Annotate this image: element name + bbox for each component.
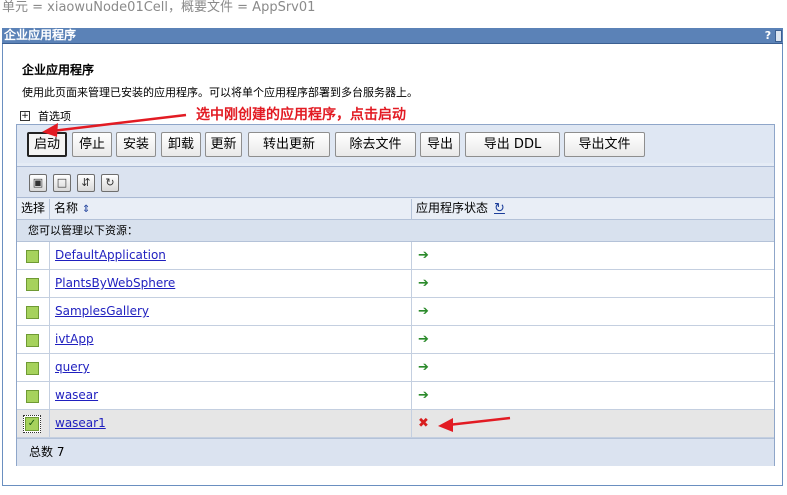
frame-border-bottom <box>2 485 783 486</box>
column-status: 应用程序状态 ↻ <box>412 199 774 220</box>
column-name-label: 名称 <box>54 201 79 215</box>
sort-icon[interactable]: ⇕ <box>82 204 90 215</box>
name-cell: ivtApp <box>50 326 412 354</box>
install-button[interactable]: 安装 <box>116 132 156 157</box>
stopped-x-icon: ✖ <box>418 416 429 431</box>
resources-note: 您可以管理以下资源： <box>17 220 774 242</box>
status-cell: ➔ <box>412 270 774 298</box>
export-ddl-button[interactable]: 导出 DDL <box>465 132 560 157</box>
column-select: 选择 <box>17 199 50 220</box>
table-row: wasear ➔ <box>17 382 774 410</box>
preferences-label: 首选项 <box>38 110 71 123</box>
row-checkbox[interactable] <box>26 390 39 403</box>
clear-filter-icon[interactable]: ↻ <box>101 174 119 192</box>
table-row: PlantsByWebSphere ➔ <box>17 270 774 298</box>
status-cell: ✖ <box>412 410 774 438</box>
remove-file-button[interactable]: 除去文件 <box>335 132 416 157</box>
portlet-title-bar: 企业应用程序 ? <box>2 28 783 44</box>
expand-icon: + <box>20 111 30 121</box>
deselect-all-icon[interactable]: □ <box>53 174 71 192</box>
application-link[interactable]: ivtApp <box>55 332 94 346</box>
uninstall-button[interactable]: 卸载 <box>161 132 201 157</box>
update-button[interactable]: 更新 <box>205 132 242 157</box>
application-link[interactable]: query <box>55 360 90 374</box>
page-description: 使用此页面来管理已安装的应用程序。可以将单个应用程序部署到多台服务器上。 <box>22 86 418 99</box>
column-name: 名称 ⇕ <box>50 199 412 220</box>
select-cell: ✓ <box>17 410 50 438</box>
frame-border-right <box>782 44 783 486</box>
export-file-button[interactable]: 导出文件 <box>564 132 645 157</box>
table-toolbar: ▣ □ ⇵ ↻ <box>17 166 774 198</box>
annotation-note: 选中刚创建的应用程序，点击启动 <box>196 107 406 123</box>
table-header: 选择 名称 ⇕ 应用程序状态 ↻ <box>17 199 774 220</box>
name-cell: SamplesGallery <box>50 298 412 326</box>
running-arrow-icon: ➔ <box>418 276 429 291</box>
running-arrow-icon: ➔ <box>418 360 429 375</box>
row-checkbox[interactable] <box>26 334 39 347</box>
application-link[interactable]: wasear <box>55 388 98 402</box>
portlet-title: 企业应用程序 <box>4 28 77 42</box>
running-arrow-icon: ➔ <box>418 248 429 263</box>
applications-panel: 启动 停止 安装 卸载 更新 转出更新 除去文件 导出 导出 DDL 导出文件 … <box>16 124 775 466</box>
application-link[interactable]: wasear1 <box>55 416 106 430</box>
status-cell: ➔ <box>412 242 774 270</box>
minimize-icon[interactable] <box>775 30 782 42</box>
refresh-status-icon[interactable]: ↻ <box>494 201 505 216</box>
select-cell <box>17 270 50 298</box>
status-cell: ➔ <box>412 298 774 326</box>
page-title: 企业应用程序 <box>22 63 95 77</box>
select-cell <box>17 354 50 382</box>
column-select-label: 选择 <box>21 201 46 215</box>
frame-border-left <box>2 44 3 486</box>
total-count: 总数 7 <box>17 438 774 466</box>
name-cell: PlantsByWebSphere <box>50 270 412 298</box>
context-breadcrumb: 单元 = xiaowuNode01Cell，概要文件 = AppSrv01 <box>2 0 316 15</box>
table-row: query ➔ <box>17 354 774 382</box>
stop-button[interactable]: 停止 <box>72 132 112 157</box>
table-row: SamplesGallery ➔ <box>17 298 774 326</box>
column-status-label: 应用程序状态 <box>416 201 489 215</box>
rollout-update-button[interactable]: 转出更新 <box>248 132 330 157</box>
application-link[interactable]: PlantsByWebSphere <box>55 276 175 290</box>
table-row: ivtApp ➔ <box>17 326 774 354</box>
preferences-toggle[interactable]: + 首选项 <box>20 108 71 124</box>
row-checkbox[interactable]: ✓ <box>23 415 41 433</box>
running-arrow-icon: ➔ <box>418 332 429 347</box>
select-all-icon[interactable]: ▣ <box>29 174 47 192</box>
row-checkbox[interactable] <box>26 278 39 291</box>
applications-table-body: DefaultApplication ➔ PlantsByWebSphere ➔ Sam… <box>17 242 774 438</box>
export-button[interactable]: 导出 <box>420 132 460 157</box>
name-cell: wasear1 <box>50 410 412 438</box>
row-checkbox[interactable] <box>26 362 39 375</box>
name-cell: query <box>50 354 412 382</box>
name-cell: wasear <box>50 382 412 410</box>
row-checkbox[interactable] <box>26 250 39 263</box>
select-cell <box>17 298 50 326</box>
name-cell: DefaultApplication <box>50 242 412 270</box>
select-cell <box>17 242 50 270</box>
button-bar: 启动 停止 安装 卸载 更新 转出更新 除去文件 导出 导出 DDL 导出文件 <box>17 125 774 163</box>
select-cell <box>17 326 50 354</box>
show-filter-icon[interactable]: ⇵ <box>77 174 95 192</box>
status-cell: ➔ <box>412 326 774 354</box>
select-cell <box>17 382 50 410</box>
help-icon[interactable]: ? <box>763 29 773 42</box>
application-link[interactable]: DefaultApplication <box>55 248 166 262</box>
application-link[interactable]: SamplesGallery <box>55 304 149 318</box>
running-arrow-icon: ➔ <box>418 304 429 319</box>
status-cell: ➔ <box>412 354 774 382</box>
row-checkbox[interactable] <box>26 306 39 319</box>
running-arrow-icon: ➔ <box>418 388 429 403</box>
status-cell: ➔ <box>412 382 774 410</box>
table-row: ✓ wasear1 ✖ <box>17 410 774 438</box>
start-button[interactable]: 启动 <box>27 132 67 157</box>
table-row: DefaultApplication ➔ <box>17 242 774 270</box>
checkmark-icon: ✓ <box>25 417 39 431</box>
